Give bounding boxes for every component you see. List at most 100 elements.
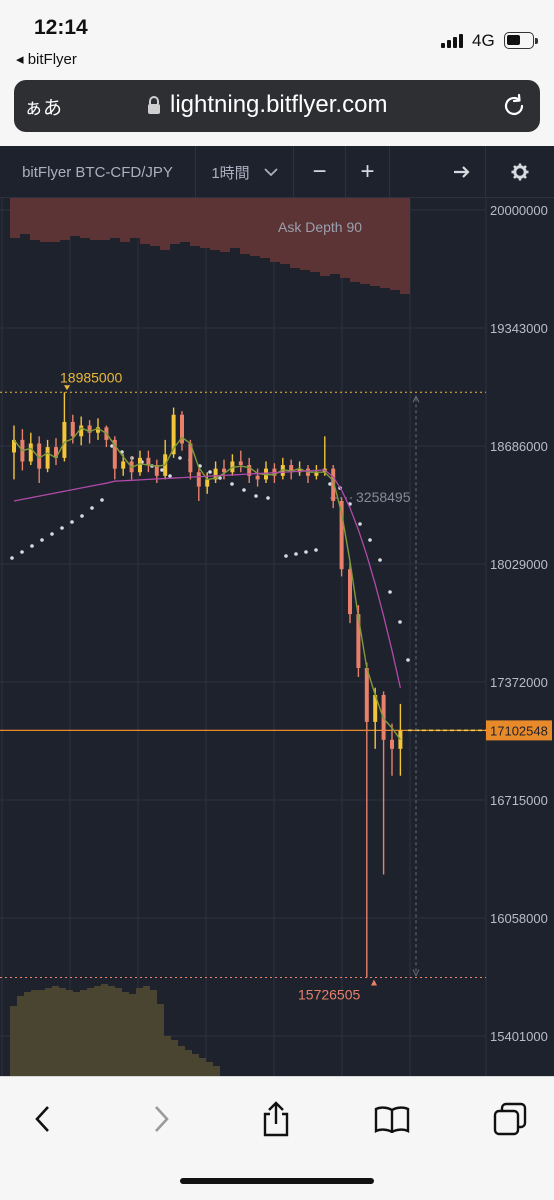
candle-body <box>364 667 369 722</box>
reader-options-button[interactable]: ぁあ <box>24 93 62 120</box>
candle-body <box>79 425 84 437</box>
sar-dot <box>80 514 84 518</box>
bid-depth-bar <box>143 986 150 1076</box>
sar-dot <box>90 506 94 510</box>
candle-body <box>45 447 50 469</box>
ask-depth-bar <box>390 198 400 290</box>
ask-depth-bar <box>60 198 70 240</box>
chart-toolbar: bitFlyer BTC-CFD/JPY 1時間 − + <box>0 146 554 198</box>
forward-button[interactable] <box>142 1099 182 1139</box>
y-tick-label: 17372000 <box>490 675 548 690</box>
y-tick-label: 20000000 <box>490 203 548 218</box>
sar-dot <box>388 590 392 594</box>
ask-depth-bar <box>150 198 160 246</box>
trading-app: bitFlyer BTC-CFD/JPY 1時間 − + 20000000 193… <box>0 146 554 1076</box>
back-to-app-link[interactable]: ◂ bitFlyer <box>16 50 77 68</box>
ask-depth-bar <box>30 198 40 240</box>
bid-depth-bar <box>10 1006 17 1076</box>
network-type: 4G <box>472 31 495 50</box>
bid-depth-bar <box>192 1054 199 1076</box>
ask-depth-bar <box>320 198 330 276</box>
ask-depth-bar <box>110 198 120 238</box>
candle-body <box>255 475 260 480</box>
ask-depth-bar <box>170 198 180 244</box>
ask-depth-bar <box>50 198 60 242</box>
ask-depth-bar <box>160 198 170 250</box>
interval-selector[interactable]: 1時間 <box>196 146 294 198</box>
bid-depth-bar <box>17 996 24 1076</box>
bid-depth-bar <box>171 1040 178 1076</box>
ask-depth-bar <box>400 198 410 294</box>
ask-depth-bar <box>260 198 270 258</box>
url-text: lightning.bitflyer.com <box>170 91 388 118</box>
chart-canvas[interactable]: 20000000 19343000 18686000 18029000 17372000… <box>0 198 554 1076</box>
sar-dot <box>242 488 246 492</box>
bid-depth-bar <box>129 994 136 1076</box>
candle-body <box>121 461 126 469</box>
zoom-in-label: + <box>360 158 375 185</box>
share-button[interactable] <box>256 1099 296 1139</box>
scroll-right-button[interactable] <box>438 146 486 198</box>
sar-dot <box>294 552 298 556</box>
sar-dot <box>100 498 104 502</box>
ask-depth-bar <box>200 198 210 248</box>
reload-icon[interactable] <box>500 92 528 120</box>
price-chart[interactable]: 20000000 19343000 18686000 18029000 17372000… <box>0 198 554 1076</box>
ask-depth-bar <box>90 198 100 240</box>
ask-depth-bar <box>80 198 90 238</box>
bid-depth-bar <box>157 1004 164 1076</box>
candle-body <box>348 569 352 615</box>
bid-depth-bar <box>150 990 157 1076</box>
bid-depth-bar <box>24 992 31 1076</box>
zoom-in-button[interactable]: + <box>346 146 390 198</box>
chart-background <box>0 198 554 1076</box>
clock: 12:14 <box>34 16 88 39</box>
bid-depth-bar <box>136 988 143 1076</box>
ask-depth-bar <box>310 198 320 272</box>
ask-depth-bar <box>100 198 110 240</box>
sar-dot <box>10 556 14 560</box>
symbol-selector[interactable]: bitFlyer BTC-CFD/JPY <box>0 146 196 198</box>
ask-depth-bar <box>330 198 340 274</box>
bid-depth-bar <box>73 992 80 1076</box>
bid-depth-bar <box>87 988 94 1076</box>
ask-depth-bar <box>240 198 250 254</box>
bookmarks-button[interactable] <box>372 1099 412 1139</box>
sar-dot <box>40 538 44 542</box>
bid-depth-bar <box>38 990 45 1076</box>
candle-body <box>238 461 243 466</box>
address-bar[interactable]: ぁあ lightning.bitflyer.com <box>14 80 540 132</box>
sar-dot <box>230 482 234 486</box>
candle-body <box>196 472 201 487</box>
candle-body <box>390 739 394 749</box>
ask-depth-label: Ask Depth 90 <box>278 219 362 235</box>
sar-dot <box>30 544 34 548</box>
ask-depth-bar <box>20 198 30 234</box>
ask-depth-bar <box>190 198 200 246</box>
status-bar: 12:14 ◂ bitFlyer 4G <box>0 0 554 78</box>
y-tick-label: 15401000 <box>490 1029 548 1044</box>
y-tick-label: 18686000 <box>490 439 548 454</box>
sar-dot <box>378 558 382 562</box>
bid-depth-bar <box>213 1066 220 1076</box>
sar-dot <box>70 520 74 524</box>
bid-depth-bar <box>164 1036 171 1076</box>
bid-depth-bar <box>66 990 73 1076</box>
sar-dot <box>178 456 182 460</box>
ask-depth-bar <box>230 198 240 248</box>
tabs-button[interactable] <box>490 1099 530 1139</box>
sar-dot <box>284 554 288 558</box>
bid-depth-bar <box>80 990 87 1076</box>
back-button[interactable] <box>22 1099 62 1139</box>
ask-depth-bar <box>70 198 80 236</box>
zoom-out-button[interactable]: − <box>294 146 346 198</box>
settings-button[interactable] <box>486 146 554 198</box>
sar-dot <box>368 538 372 542</box>
sar-dot <box>358 522 362 526</box>
book-icon <box>374 1106 410 1133</box>
sar-dot <box>208 470 212 474</box>
bid-depth-bar <box>178 1046 185 1076</box>
bid-depth-bar <box>115 988 122 1076</box>
arrow-right-icon <box>453 166 470 178</box>
candle-body <box>205 479 210 487</box>
